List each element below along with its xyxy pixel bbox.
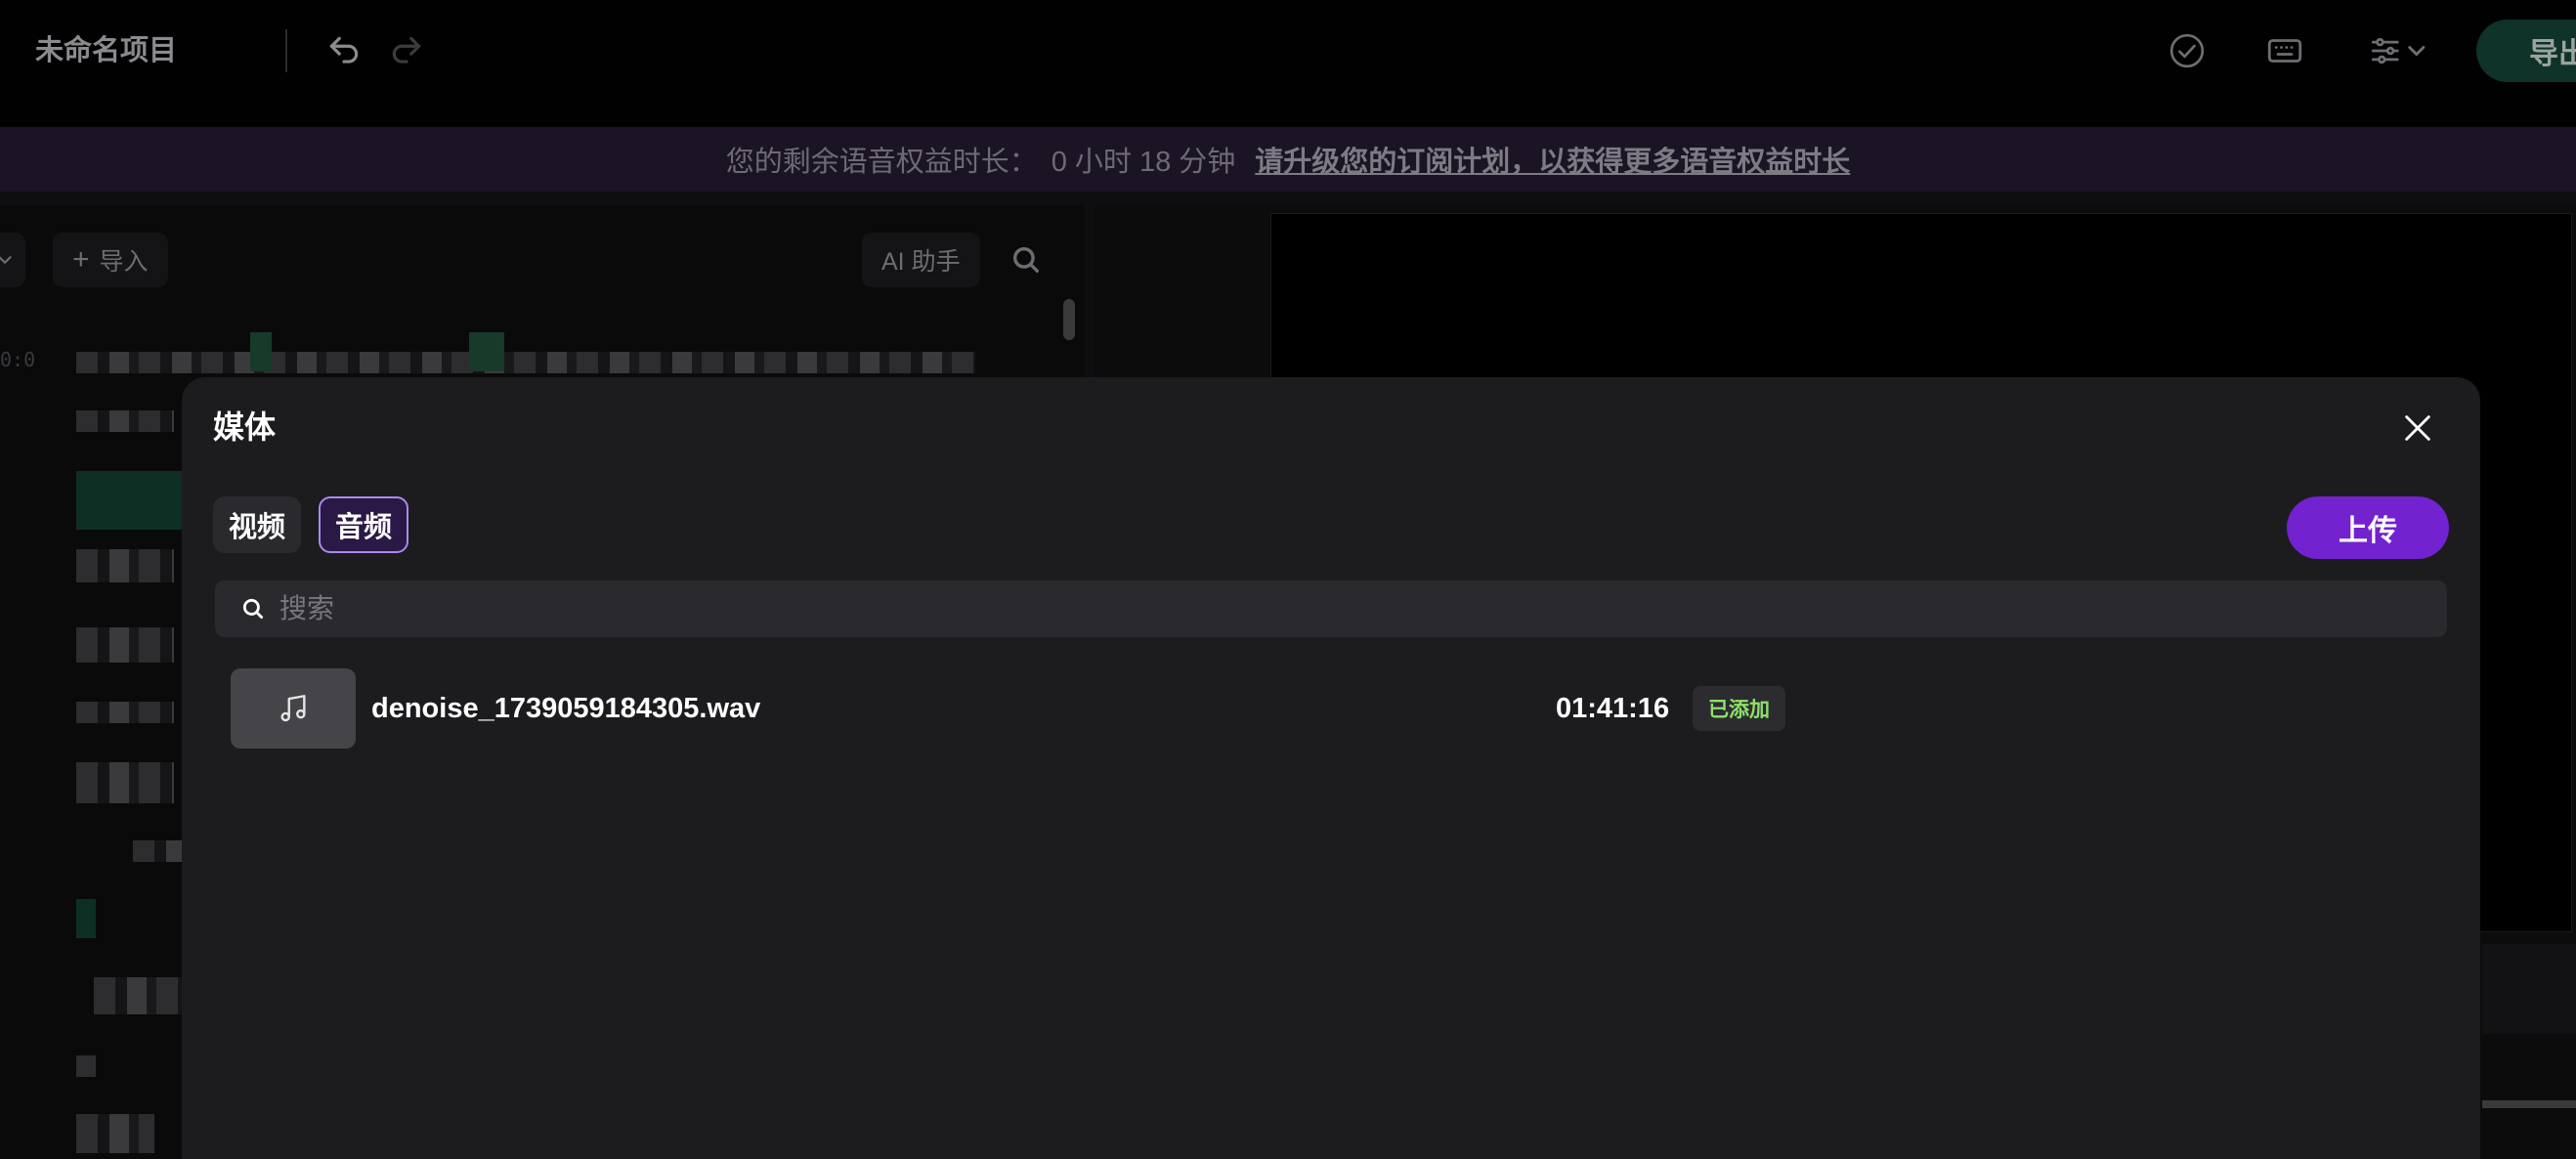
upgrade-link[interactable]: 请升级您的订阅计划，以获得更多语音权益时长	[1255, 139, 1850, 180]
timecode: 0:0	[0, 348, 36, 371]
keyboard-icon[interactable]	[2263, 29, 2306, 72]
top-bar: 未命名项目 导出	[0, 0, 2576, 127]
media-list-item[interactable]: denoise_1739059184305.wav 01:41:16 已添加	[215, 668, 2447, 752]
toolbar-divider	[285, 29, 287, 72]
added-status-badge: 已添加	[1693, 686, 1785, 731]
blurred-block	[76, 471, 184, 530]
music-note-icon	[277, 692, 310, 725]
transcript-scrollbar[interactable]	[1063, 299, 1075, 340]
tab-audio[interactable]: 音频	[319, 496, 408, 553]
blurred-text-row	[76, 410, 174, 432]
import-label: 导入	[99, 248, 149, 276]
blurred-text-row	[94, 977, 182, 1014]
media-search-box[interactable]	[215, 580, 2447, 637]
tab-video[interactable]: 视频	[213, 496, 301, 553]
blurred-text-row	[76, 762, 174, 803]
project-title[interactable]: 未命名项目	[35, 29, 177, 72]
ai-assistant-button[interactable]: AI 助手	[862, 233, 980, 287]
blurred-text-row	[76, 549, 174, 582]
blurred-block	[250, 332, 272, 371]
settings-sliders-icon[interactable]	[2365, 29, 2433, 72]
import-button[interactable]: + 导入	[53, 233, 168, 287]
timeline-strip	[2482, 944, 2576, 1034]
media-duration: 01:41:16	[1556, 693, 1670, 724]
media-file-name: denoise_1739059184305.wav	[371, 693, 761, 724]
search-icon	[240, 596, 266, 622]
search-icon[interactable]	[1005, 238, 1048, 281]
blurred-block	[76, 899, 96, 938]
plus-icon: +	[72, 243, 90, 276]
blurred-text-row	[133, 840, 182, 862]
redo-icon[interactable]	[385, 29, 428, 72]
banner-remaining-time: 0 小时 18 分钟	[1051, 147, 1236, 178]
blurred-text-row	[76, 352, 975, 373]
banner-prefix: 您的剩余语音权益时长：	[725, 147, 1038, 178]
undo-icon[interactable]	[322, 29, 365, 72]
close-icon[interactable]	[2396, 407, 2439, 450]
timeline-bar	[2482, 1100, 2576, 1108]
audio-thumbnail	[231, 668, 356, 749]
check-circle-icon[interactable]	[2166, 29, 2209, 72]
blurred-block	[469, 332, 504, 371]
export-button[interactable]: 导出	[2476, 20, 2576, 82]
dropdown-toggle[interactable]	[0, 233, 25, 287]
upload-button[interactable]: 上传	[2287, 496, 2449, 559]
blurred-text-row	[76, 1055, 96, 1077]
blurred-text-row	[76, 702, 174, 723]
blurred-text-row	[76, 627, 174, 663]
blurred-text-row	[76, 1114, 154, 1153]
media-modal: 媒体 视频 音频 上传 denoise_1739059184305.wav 01…	[182, 377, 2480, 1159]
media-search-input[interactable]	[278, 592, 2334, 625]
voice-quota-banner: 您的剩余语音权益时长： 0 小时 18 分钟 请升级您的订阅计划，以获得更多语音…	[0, 127, 2576, 192]
modal-title: 媒体	[213, 409, 277, 445]
